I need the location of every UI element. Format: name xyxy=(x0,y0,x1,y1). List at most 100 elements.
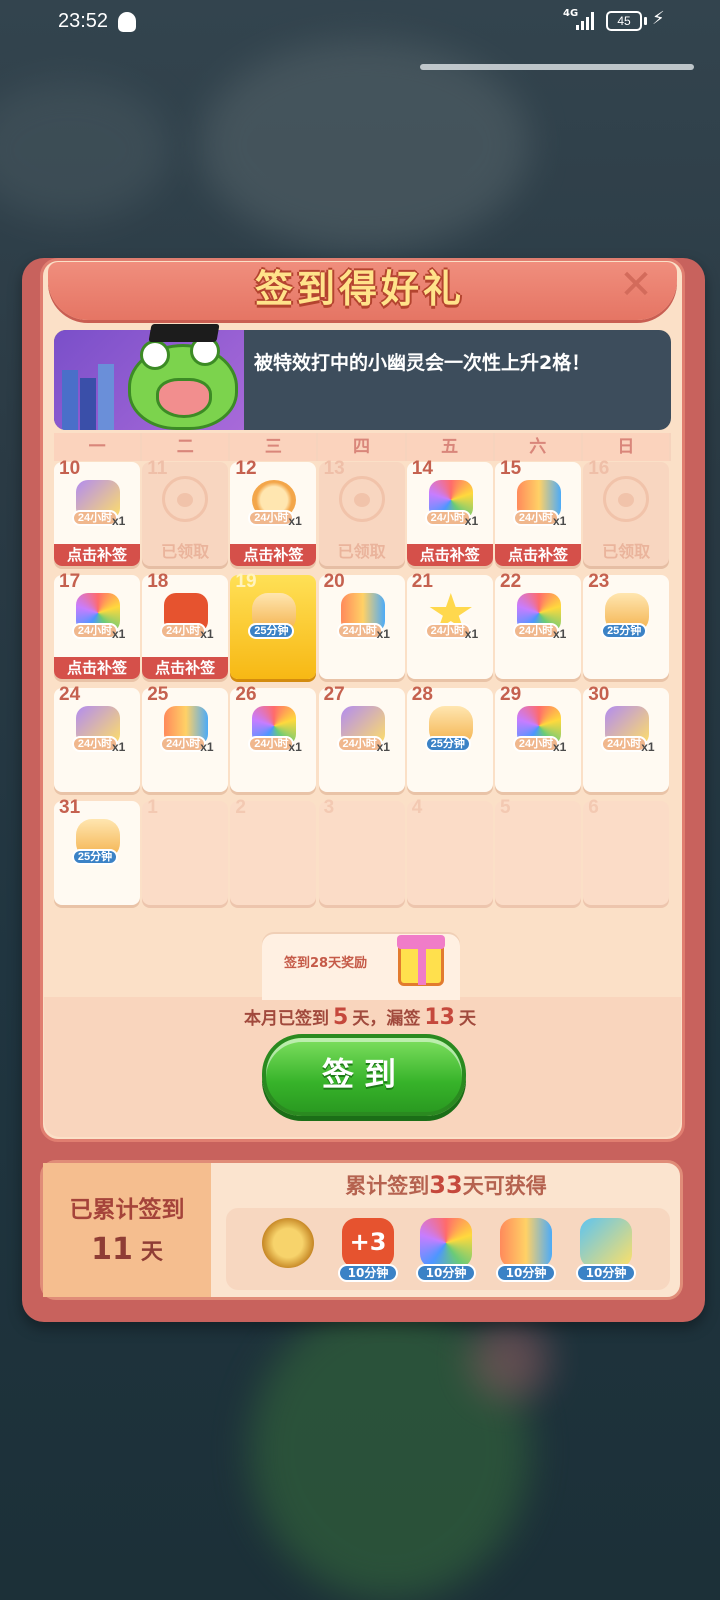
weekday: 日 xyxy=(582,433,671,461)
calendar-day[interactable]: 10 24小时 x1 点击补签 xyxy=(54,458,140,566)
calendar-day: 23 25分钟 xyxy=(583,571,670,679)
makeup-signin-button[interactable]: 点击补签 xyxy=(230,544,317,566)
battery-cap xyxy=(644,17,647,25)
item-quantity: x1 xyxy=(112,627,126,641)
popup-title: 签到得好礼 xyxy=(254,267,465,311)
item-quantity: x1 xyxy=(200,740,214,754)
item-quantity: x1 xyxy=(464,514,479,528)
sign-in-button[interactable]: 签到 xyxy=(262,1034,466,1116)
paw-icon xyxy=(162,476,209,522)
gift-tab-label: 签到28天奖励 xyxy=(284,956,368,971)
item-quantity: x1 xyxy=(641,740,655,754)
bg-cloud xyxy=(0,80,170,220)
day-number: 19 xyxy=(235,571,257,592)
item-quantity: x1 xyxy=(112,514,126,528)
calendar-day: 24 24小时 x1 xyxy=(54,684,140,792)
month-stat-prefix: 本月已签到 xyxy=(244,1009,330,1029)
calendar-day: 25 24小时 x1 xyxy=(142,684,229,792)
makeup-signin-button[interactable]: 点击补签 xyxy=(495,544,581,566)
day-number: 1 xyxy=(147,797,158,818)
claimed-label: 已领取 xyxy=(337,542,386,561)
calendar-day: 27 24小时 x1 xyxy=(318,684,405,792)
calendar-day: 3 xyxy=(318,797,405,905)
day-number: 29 xyxy=(500,684,522,705)
calendar-day: 30 24小时 x1 xyxy=(583,684,670,792)
day-number: 16 xyxy=(588,458,610,479)
gesture-handle xyxy=(420,64,694,70)
day-number: 22 xyxy=(500,571,522,592)
reward-badge: 10分钟 xyxy=(496,1264,556,1282)
plus3-icon: +3 xyxy=(342,1218,394,1268)
medal-icon xyxy=(262,1218,314,1268)
day-number: 23 xyxy=(588,571,610,592)
calendar-day: 2 xyxy=(230,797,317,905)
close-icon[interactable]: ✕ xyxy=(616,265,656,305)
makeup-signin-button[interactable]: 点击补签 xyxy=(142,657,229,679)
calendar-day: 26 24小时 x1 xyxy=(230,684,317,792)
cumulative-left xyxy=(43,1163,211,1297)
cumulative-title: 累计签到33天可获得 xyxy=(211,1170,681,1200)
cumulative-label: 已累计签到 xyxy=(69,1197,185,1223)
owl-icon xyxy=(420,1218,472,1268)
makeup-signin-button[interactable]: 点击补签 xyxy=(406,544,493,566)
reward-item[interactable]: 10分钟 xyxy=(414,1214,478,1284)
month-stat-mid: 天，漏签 xyxy=(352,1009,421,1029)
day-number: 13 xyxy=(323,458,345,479)
calendar-day[interactable]: 12 24小时 x1 点击补签 xyxy=(230,458,317,566)
calendar-day[interactable]: 19 25分钟 xyxy=(230,571,317,679)
calendar-day[interactable]: 14 24小时 x1 点击补签 xyxy=(406,458,493,566)
day-number: 26 xyxy=(235,684,257,705)
day-number: 31 xyxy=(59,797,81,818)
chick-icon xyxy=(580,1218,632,1268)
calendar-day: 1 xyxy=(142,797,229,905)
cumulative-target: 33 xyxy=(429,1171,463,1199)
reward-badge: 10分钟 xyxy=(338,1264,398,1282)
calendar-day: 4 xyxy=(406,797,493,905)
day-number: 2 xyxy=(235,797,246,818)
day-number: 10 xyxy=(59,458,81,479)
makeup-signin-button[interactable]: 点击补签 xyxy=(54,544,140,566)
cumulative-days: 11 天 xyxy=(43,1232,211,1267)
day-number: 3 xyxy=(323,797,335,818)
reward-item[interactable] xyxy=(256,1214,320,1284)
day-number: 20 xyxy=(323,571,345,592)
calendar-day: 16 已领取 xyxy=(583,458,670,566)
reward-badge: 10分钟 xyxy=(576,1264,636,1282)
day-number: 5 xyxy=(500,797,511,818)
item-quantity: x1 xyxy=(288,514,302,528)
calendar-day: 5 xyxy=(495,797,581,905)
item-badge: 25分钟 xyxy=(601,623,648,639)
calendar-day: 21 24小时 x1 xyxy=(406,571,493,679)
book-icon xyxy=(98,364,114,430)
item-quantity: x1 xyxy=(376,627,390,641)
day-number: 11 xyxy=(147,458,168,479)
paw-icon xyxy=(338,476,385,522)
calendar-day: 13 已领取 xyxy=(318,458,405,566)
calendar-day: 11 已领取 xyxy=(142,458,229,566)
claimed-label: 已领取 xyxy=(602,542,651,561)
reward-item[interactable]: +3 10分钟 xyxy=(336,1214,400,1284)
makeup-signin-button[interactable]: 点击补签 xyxy=(54,657,140,679)
graduation-hat-icon xyxy=(148,324,220,342)
reward-item[interactable]: 10分钟 xyxy=(574,1214,638,1284)
calendar-day[interactable]: 18 24小时 x1 点击补签 xyxy=(142,571,229,679)
weekday: 一 xyxy=(54,433,143,461)
banner-text: 被特效打中的小幽灵会一次性上升2格！ xyxy=(254,352,591,374)
item-quantity: x1 xyxy=(464,627,479,641)
item-quantity: x1 xyxy=(553,514,567,528)
item-badge: 25分钟 xyxy=(248,623,295,639)
calendar-day[interactable]: 17 24小时 x1 点击补签 xyxy=(54,571,140,679)
signal-icon xyxy=(576,12,598,30)
reward-item[interactable]: 10分钟 xyxy=(494,1214,558,1284)
cumulative-days-unit: 天 xyxy=(140,1240,163,1265)
rocket-icon xyxy=(500,1218,552,1268)
missed-count: 13 xyxy=(424,1005,455,1030)
weekday: 五 xyxy=(406,433,495,461)
book-icon xyxy=(62,370,78,430)
calendar-day[interactable]: 15 24小时 x1 点击补签 xyxy=(495,458,581,566)
paw-icon xyxy=(603,476,650,522)
day-number: 30 xyxy=(588,684,610,705)
calendar-day: 20 24小时 x1 xyxy=(318,571,405,679)
gift-box-icon[interactable] xyxy=(397,935,445,986)
day-number: 6 xyxy=(588,797,599,818)
